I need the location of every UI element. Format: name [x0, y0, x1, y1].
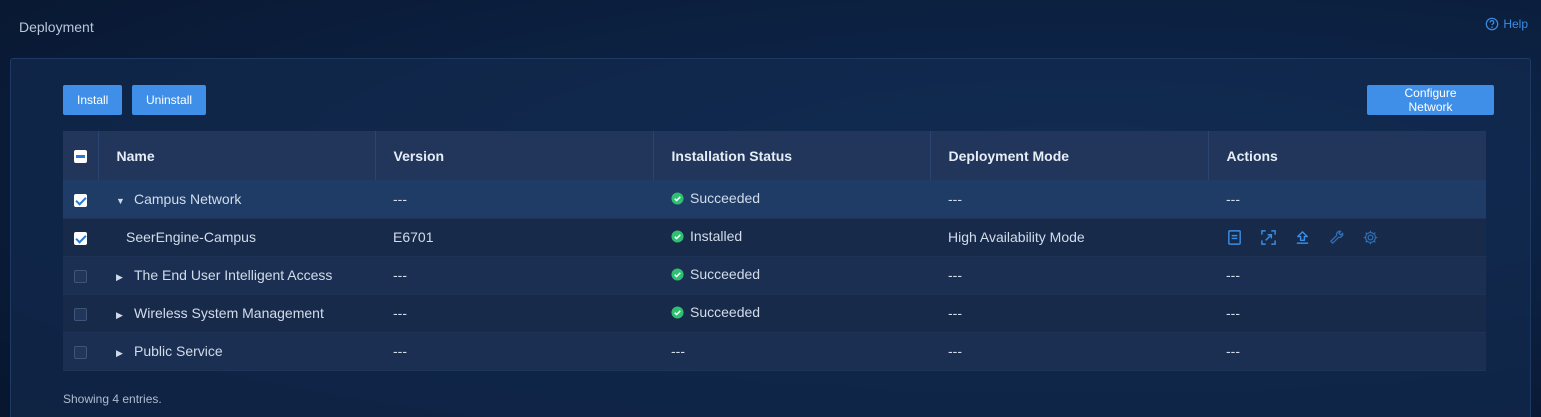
- check-circle-icon: [671, 306, 684, 319]
- actions-cell: ---: [1226, 343, 1240, 359]
- table-row[interactable]: ▼ Campus Network --- Succeeded --- ---: [63, 180, 1486, 218]
- toolbar: Install Uninstall Configure Network: [63, 85, 1494, 115]
- version-cell: ---: [393, 305, 407, 321]
- column-version[interactable]: Version: [375, 131, 654, 180]
- actions-cell: ---: [1226, 305, 1240, 321]
- row-select-cell: [63, 332, 98, 370]
- caret-down-icon[interactable]: ▼: [116, 196, 126, 206]
- help-link[interactable]: Help: [1485, 17, 1528, 31]
- name-cell: ▼ Campus Network: [98, 180, 375, 218]
- status-cell: ---: [671, 343, 685, 359]
- mode-cell: ---: [948, 343, 962, 359]
- row-name: SeerEngine-Campus: [126, 229, 256, 245]
- column-status[interactable]: Installation Status: [653, 131, 931, 180]
- table-row[interactable]: SeerEngine-Campus E6701 Installed High A…: [63, 218, 1486, 256]
- table-header: Name Version Installation Status Deploym…: [63, 131, 1486, 180]
- mode-cell: ---: [948, 305, 962, 321]
- row-checkbox[interactable]: [74, 231, 87, 245]
- table-row[interactable]: ▶ Wireless System Management --- Succeede…: [63, 294, 1486, 332]
- status-text: Succeeded: [690, 190, 761, 206]
- entries-count: Showing 4 entries.: [63, 392, 162, 406]
- select-all-checkbox[interactable]: [73, 150, 87, 164]
- row-select-cell: [63, 218, 98, 256]
- name-cell: ▶ Wireless System Management: [98, 294, 375, 332]
- deployment-table: Name Version Installation Status Deploym…: [63, 131, 1486, 371]
- version-cell: ---: [393, 343, 407, 359]
- mode-cell: ---: [948, 267, 962, 283]
- row-name: Public Service: [134, 343, 223, 359]
- uninstall-button[interactable]: Uninstall: [132, 85, 206, 115]
- column-name[interactable]: Name: [98, 131, 376, 180]
- deployment-panel: Install Uninstall Configure Network Name…: [10, 58, 1531, 417]
- name-cell: ▶ Public Service: [98, 332, 375, 370]
- actions-cell: [1208, 218, 1486, 256]
- row-select-cell: [63, 294, 98, 332]
- row-name: The End User Intelligent Access: [134, 267, 333, 283]
- table-row[interactable]: ▶ The End User Intelligent Access --- Suc…: [63, 256, 1486, 294]
- name-cell: ▶ The End User Intelligent Access: [98, 256, 375, 294]
- status-text: Succeeded: [690, 304, 761, 321]
- row-checkbox[interactable]: [74, 345, 87, 359]
- status-cell: Succeeded: [653, 294, 930, 332]
- status-cell: Succeeded: [653, 180, 930, 218]
- row-name: Campus Network: [134, 190, 242, 207]
- install-button[interactable]: Install: [63, 85, 122, 115]
- status-cell: Installed: [653, 218, 930, 256]
- upgrade-icon[interactable]: [1294, 229, 1311, 246]
- column-mode[interactable]: Deployment Mode: [930, 131, 1209, 180]
- question-circle-icon: [1486, 17, 1499, 31]
- help-label: Help: [1503, 17, 1528, 31]
- status-text: Succeeded: [690, 266, 761, 283]
- version-cell: ---: [393, 267, 407, 283]
- column-actions: Actions: [1226, 147, 1278, 164]
- scale-icon[interactable]: [1260, 229, 1277, 246]
- select-all-cell: [63, 131, 99, 180]
- row-name: Wireless System Management: [134, 305, 324, 321]
- row-checkbox[interactable]: [74, 269, 87, 283]
- caret-right-icon[interactable]: ▶: [116, 348, 126, 359]
- status-text: Installed: [690, 228, 743, 245]
- caret-right-icon[interactable]: ▶: [116, 272, 126, 283]
- wrench-icon[interactable]: [1328, 229, 1345, 246]
- configure-network-button[interactable]: Configure Network: [1367, 85, 1494, 115]
- version-cell: ---: [393, 190, 407, 207]
- actions-cell: ---: [1226, 267, 1240, 283]
- details-icon[interactable]: [1226, 229, 1243, 246]
- actions-cell: ---: [1226, 190, 1240, 207]
- status-cell: Succeeded: [653, 256, 930, 294]
- gear-icon[interactable]: [1362, 229, 1379, 246]
- check-circle-icon: [671, 191, 684, 205]
- row-checkbox[interactable]: [74, 193, 87, 207]
- mode-cell: ---: [948, 190, 962, 207]
- row-checkbox[interactable]: [74, 307, 87, 321]
- table-row[interactable]: ▶ Public Service --- --- --- ---: [63, 332, 1486, 370]
- mode-cell: High Availability Mode: [948, 229, 1085, 245]
- check-circle-icon: [671, 268, 684, 281]
- check-circle-icon: [671, 230, 684, 243]
- caret-right-icon[interactable]: ▶: [116, 310, 126, 321]
- page-title: Deployment: [19, 19, 94, 35]
- row-select-cell: [63, 180, 98, 218]
- row-select-cell: [63, 256, 98, 294]
- version-cell: E6701: [393, 229, 434, 245]
